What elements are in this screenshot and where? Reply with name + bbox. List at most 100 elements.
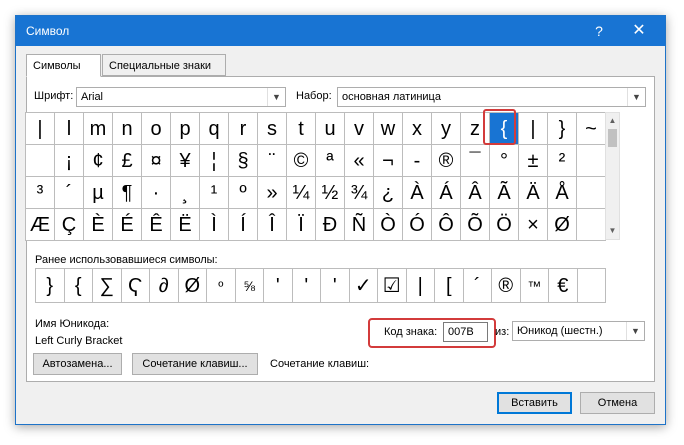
symbol-cell[interactable]: x bbox=[403, 113, 432, 145]
symbol-cell[interactable] bbox=[26, 145, 55, 177]
symbol-cell[interactable]: n bbox=[113, 113, 142, 145]
tab-special-characters[interactable]: Специальные знаки bbox=[102, 54, 226, 76]
symbol-cell[interactable]: ® bbox=[432, 145, 461, 177]
symbol-cell[interactable]: v bbox=[345, 113, 374, 145]
chevron-down-icon[interactable]: ▼ bbox=[626, 322, 644, 340]
recent-symbol-cell[interactable]: ´ bbox=[463, 269, 492, 303]
subset-select[interactable]: основная латиница ▼ bbox=[337, 87, 646, 107]
from-select[interactable]: Юникод (шестн.) ▼ bbox=[512, 321, 645, 341]
cancel-button[interactable]: Отмена bbox=[580, 392, 655, 414]
symbol-cell[interactable]: t bbox=[287, 113, 316, 145]
autocorrect-button[interactable]: Автозамена... bbox=[33, 353, 122, 375]
recent-symbol-cell[interactable]: ® bbox=[492, 269, 521, 303]
symbol-cell[interactable]: À bbox=[403, 177, 432, 209]
chevron-down-icon[interactable]: ▼ bbox=[267, 88, 285, 106]
recent-symbol-cell[interactable]: ∑ bbox=[93, 269, 122, 303]
symbol-cell[interactable]: Ñ bbox=[345, 209, 374, 241]
symbol-cell[interactable]: È bbox=[84, 209, 113, 241]
close-button[interactable]: ✕ bbox=[621, 16, 657, 46]
symbol-cell[interactable]: p bbox=[171, 113, 200, 145]
tab-symbols[interactable]: Символы bbox=[26, 54, 101, 77]
symbol-cell[interactable]: Á bbox=[432, 177, 461, 209]
scroll-down-icon[interactable]: ▼ bbox=[606, 223, 619, 239]
symbol-cell[interactable]: ¨ bbox=[258, 145, 287, 177]
recent-symbol-cell[interactable]: Ø bbox=[178, 269, 207, 303]
recent-symbol-cell[interactable]: ✓ bbox=[349, 269, 378, 303]
symbol-cell[interactable]: Æ bbox=[26, 209, 55, 241]
symbol-cell[interactable]: ¢ bbox=[84, 145, 113, 177]
shortcut-key-button[interactable]: Сочетание клавиш... bbox=[132, 353, 258, 375]
font-select[interactable]: Arial ▼ bbox=[76, 87, 286, 107]
symbol-cell[interactable]: Í bbox=[229, 209, 258, 241]
recent-symbol-cell[interactable]: € bbox=[549, 269, 578, 303]
recent-symbol-cell[interactable]: Ҁ bbox=[121, 269, 150, 303]
symbol-cell[interactable]: w bbox=[374, 113, 403, 145]
symbol-cell[interactable]: · bbox=[142, 177, 171, 209]
symbol-cell[interactable]: µ bbox=[84, 177, 113, 209]
symbol-cell[interactable]: o bbox=[142, 113, 171, 145]
symbol-cell[interactable]: Ò bbox=[374, 209, 403, 241]
symbol-cell[interactable]: ¡ bbox=[55, 145, 84, 177]
symbol-cell[interactable]: Ã bbox=[490, 177, 519, 209]
recent-symbol-cell[interactable]: ∂ bbox=[150, 269, 179, 303]
symbol-cell[interactable]: ¼ bbox=[287, 177, 316, 209]
symbol-cell[interactable]: Ö bbox=[490, 209, 519, 241]
recent-symbol-cell[interactable]: ⅝ bbox=[235, 269, 264, 303]
symbol-cell[interactable]: z bbox=[461, 113, 490, 145]
symbol-cell[interactable]: Ó bbox=[403, 209, 432, 241]
symbol-cell[interactable]: Ø bbox=[548, 209, 577, 241]
symbol-cell[interactable]: } bbox=[548, 113, 577, 145]
symbol-cell[interactable]: s bbox=[258, 113, 287, 145]
symbol-cell[interactable]: { bbox=[490, 113, 519, 145]
help-button[interactable]: ? bbox=[581, 16, 617, 46]
symbol-cell[interactable]: | bbox=[26, 113, 55, 145]
symbol-cell[interactable]: ¿ bbox=[374, 177, 403, 209]
symbol-cell[interactable]: « bbox=[345, 145, 374, 177]
symbol-cell[interactable]: ² bbox=[548, 145, 577, 177]
symbol-cell[interactable]: ¤ bbox=[142, 145, 171, 177]
symbol-grid-scrollbar[interactable]: ▲ ▼ bbox=[605, 112, 620, 240]
symbol-cell[interactable]: Â bbox=[461, 177, 490, 209]
symbol-cell[interactable]: Ê bbox=[142, 209, 171, 241]
symbol-cell[interactable]: º bbox=[229, 177, 258, 209]
symbol-cell[interactable]: ½ bbox=[316, 177, 345, 209]
symbol-cell[interactable]: ¾ bbox=[345, 177, 374, 209]
char-code-input[interactable]: 007B bbox=[443, 322, 488, 342]
symbol-cell[interactable]: Å bbox=[548, 177, 577, 209]
symbol-cell[interactable]: ¶ bbox=[113, 177, 142, 209]
symbol-cell[interactable]: ¦ bbox=[200, 145, 229, 177]
symbol-cell[interactable]: » bbox=[258, 177, 287, 209]
symbol-cell[interactable]: Î bbox=[258, 209, 287, 241]
scroll-up-icon[interactable]: ▲ bbox=[606, 113, 619, 129]
symbol-cell[interactable]: Õ bbox=[461, 209, 490, 241]
recent-symbol-cell[interactable]: ' bbox=[264, 269, 293, 303]
symbol-cell[interactable]: ¯ bbox=[461, 145, 490, 177]
recent-symbol-cell[interactable]: º bbox=[207, 269, 236, 303]
recent-symbol-cell[interactable]: ' bbox=[321, 269, 350, 303]
recent-symbol-cell[interactable]: ™ bbox=[520, 269, 549, 303]
symbol-cell[interactable]: u bbox=[316, 113, 345, 145]
symbol-cell[interactable]: £ bbox=[113, 145, 142, 177]
symbol-cell[interactable]: m bbox=[84, 113, 113, 145]
insert-button[interactable]: Вставить bbox=[497, 392, 572, 414]
symbol-cell[interactable]: © bbox=[287, 145, 316, 177]
symbol-cell[interactable]: ³ bbox=[26, 177, 55, 209]
symbol-cell[interactable]: | bbox=[519, 113, 548, 145]
symbol-cell[interactable]: - bbox=[403, 145, 432, 177]
symbol-cell[interactable]: Ì bbox=[200, 209, 229, 241]
symbol-cell[interactable]: Ä bbox=[519, 177, 548, 209]
symbol-cell[interactable] bbox=[577, 145, 606, 177]
symbol-cell[interactable]: ´ bbox=[55, 177, 84, 209]
scroll-thumb[interactable] bbox=[608, 129, 617, 147]
symbol-cell[interactable]: ª bbox=[316, 145, 345, 177]
recent-symbol-cell[interactable] bbox=[577, 269, 606, 303]
chevron-down-icon[interactable]: ▼ bbox=[627, 88, 645, 106]
symbol-cell[interactable]: ¹ bbox=[200, 177, 229, 209]
symbol-cell[interactable]: Ï bbox=[287, 209, 316, 241]
symbol-cell[interactable]: ¬ bbox=[374, 145, 403, 177]
symbol-cell[interactable]: r bbox=[229, 113, 258, 145]
symbol-cell[interactable]: ¸ bbox=[171, 177, 200, 209]
recent-symbol-cell[interactable]: [ bbox=[435, 269, 464, 303]
symbol-cell[interactable] bbox=[577, 177, 606, 209]
symbol-cell[interactable]: Ç bbox=[55, 209, 84, 241]
